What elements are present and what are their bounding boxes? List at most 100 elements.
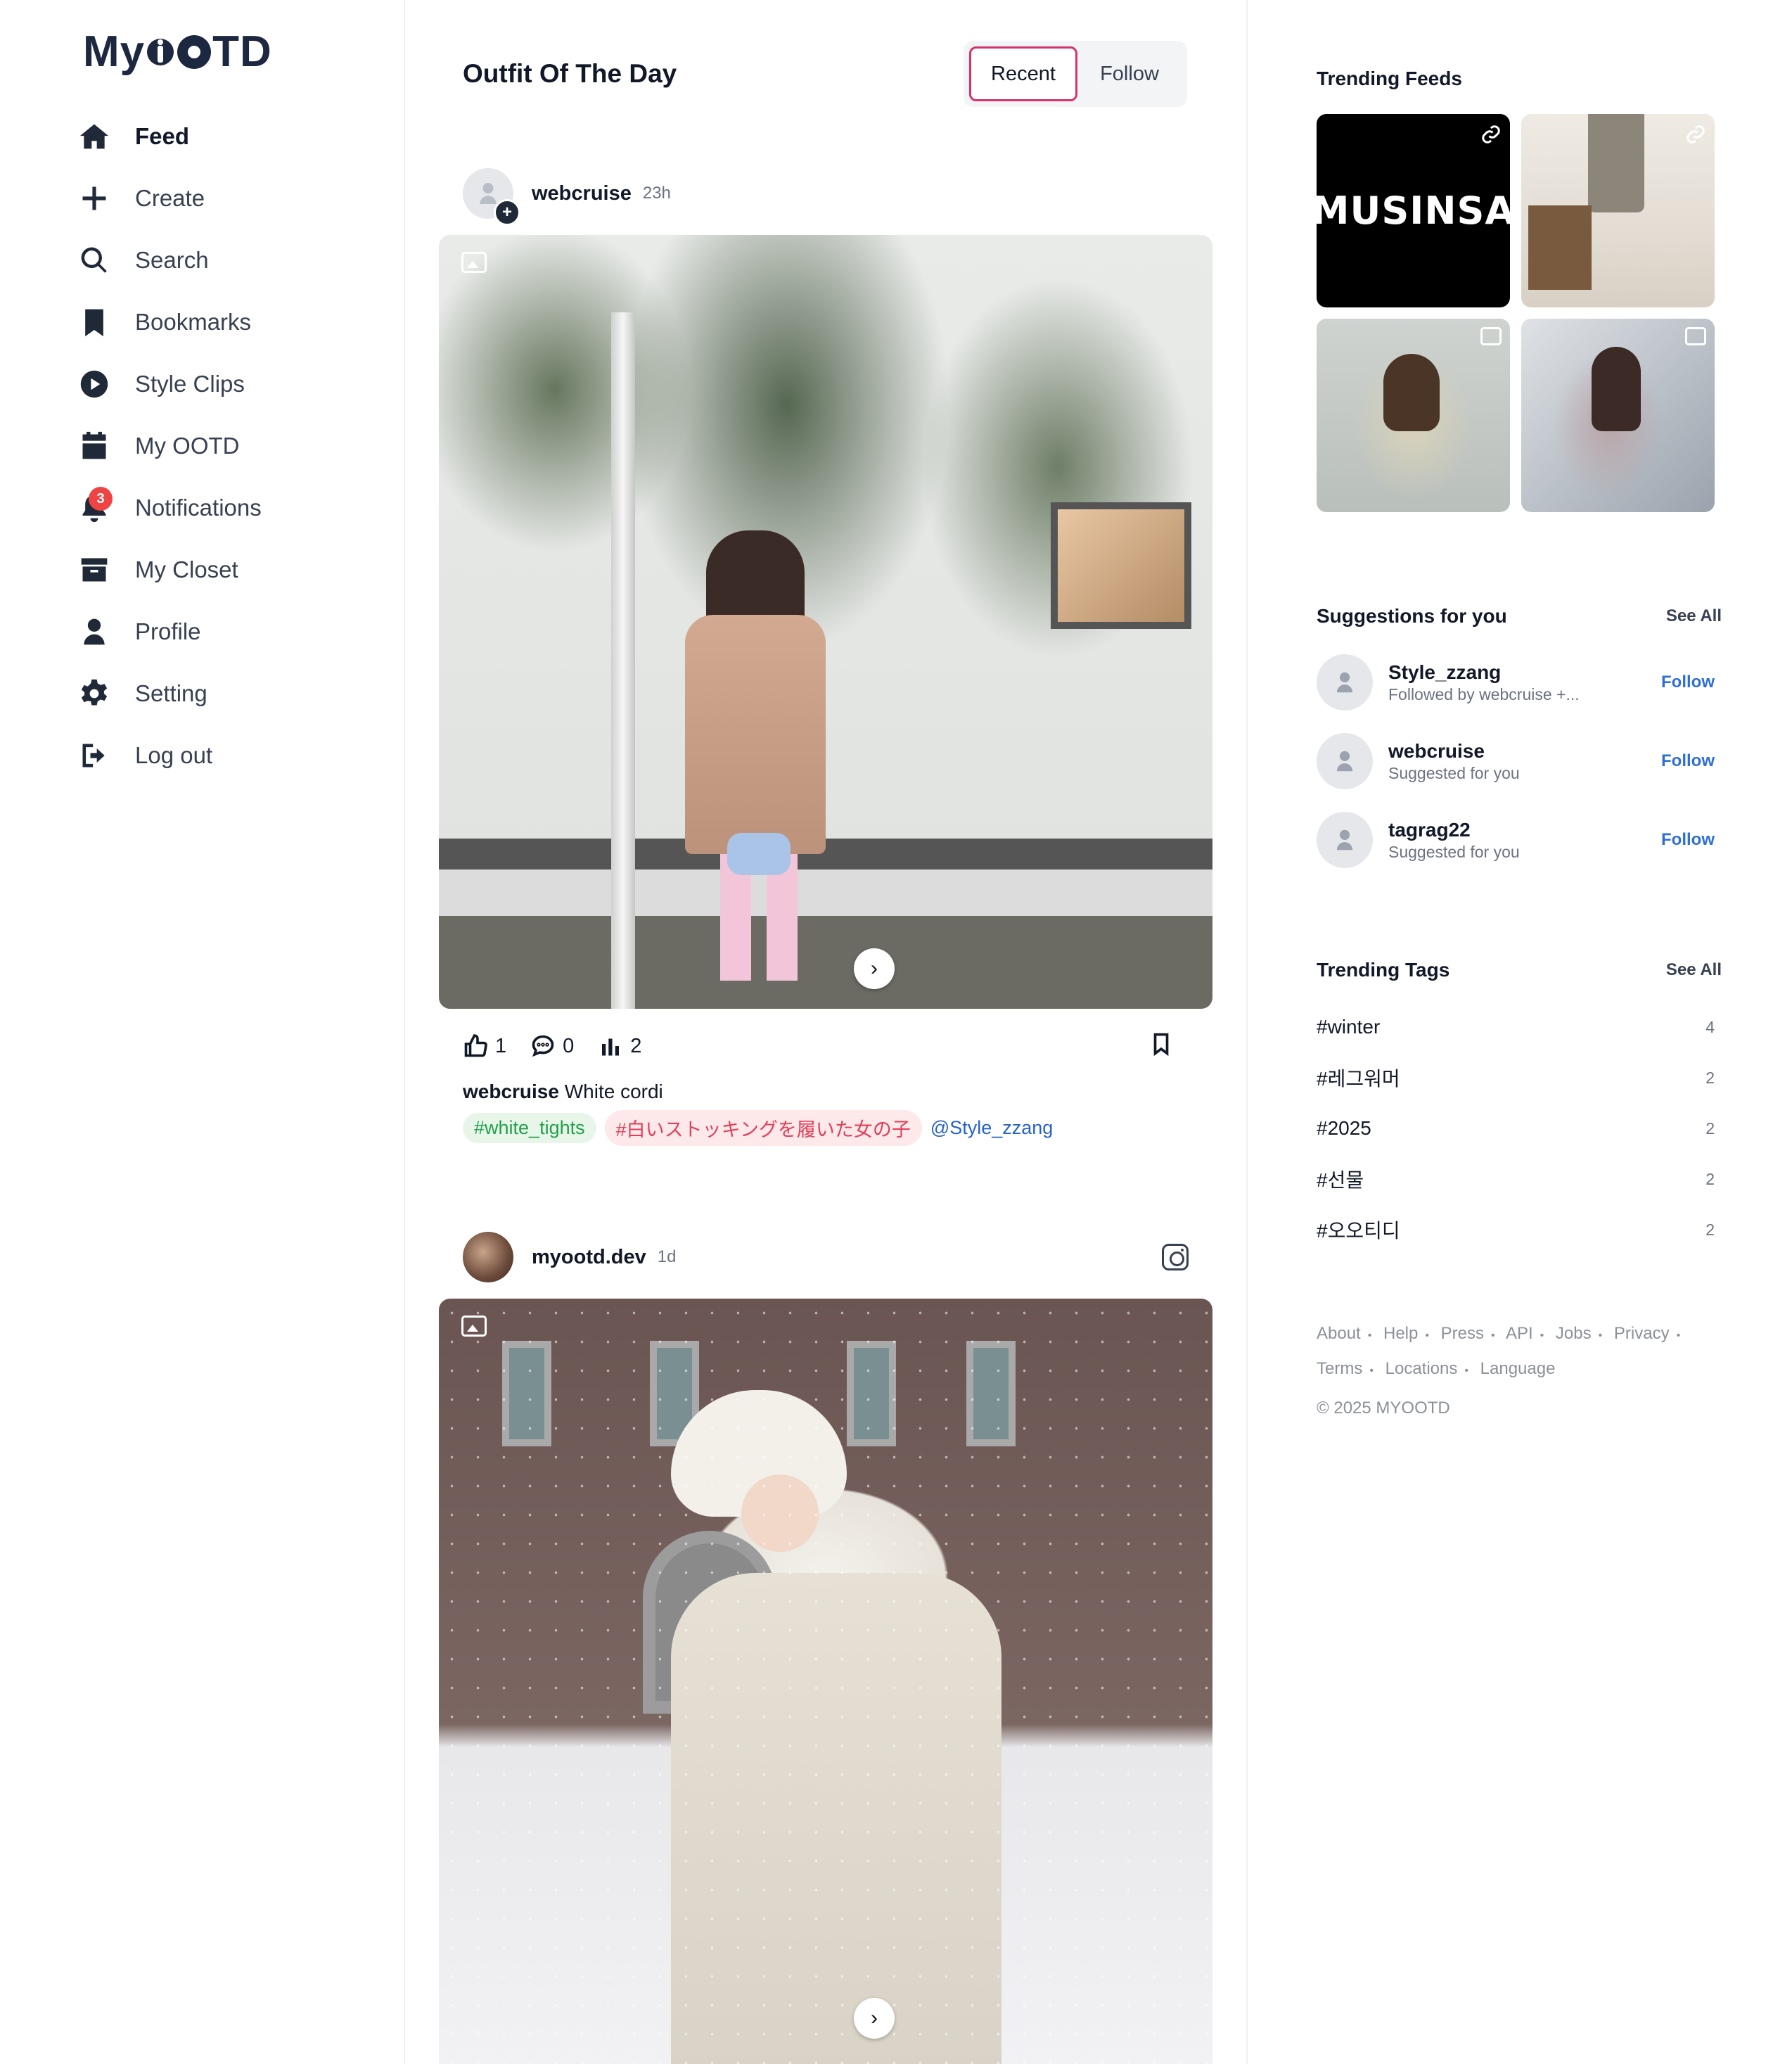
post-tags: #white_tights #白いストッキングを履いた女の子 @Style_zz… xyxy=(463,1110,1212,1146)
separator: • xyxy=(1491,1330,1495,1342)
suggestion-username[interactable]: webcruise xyxy=(1388,740,1520,763)
app-logo[interactable]: My TD xyxy=(83,27,272,77)
nav-item-bookmarks[interactable]: Bookmarks xyxy=(76,291,262,353)
footer-link-about[interactable]: About xyxy=(1317,1324,1361,1343)
feed-toggle: Recent Follow xyxy=(964,41,1187,107)
bookmark-icon xyxy=(76,304,113,340)
trending-feed-tile[interactable] xyxy=(1317,319,1510,512)
tag-count: 2 xyxy=(1705,1119,1715,1138)
post-username[interactable]: webcruise xyxy=(532,182,632,205)
avatar[interactable] xyxy=(1317,733,1373,789)
nav-label: Style Clips xyxy=(135,371,245,397)
tags-see-all-link[interactable]: See All xyxy=(1666,960,1722,980)
separator: • xyxy=(1464,1365,1468,1377)
nav-label: Notifications xyxy=(135,495,262,521)
nav-item-profile[interactable]: Profile xyxy=(76,601,262,663)
post-actions: 1 0 2 xyxy=(463,1021,1212,1071)
hashtag-chip[interactable]: #白いストッキングを履いた女の子 xyxy=(604,1110,922,1146)
post-time: 23h xyxy=(642,184,671,203)
footer-link-press[interactable]: Press xyxy=(1441,1324,1484,1343)
footer-link-privacy[interactable]: Privacy xyxy=(1614,1324,1670,1343)
post-card: + webcruise 23h › 1 0 2 webcruise White … xyxy=(439,167,1212,1146)
suggestion-subtitle: Suggested for you xyxy=(1388,842,1520,861)
tag-count: 2 xyxy=(1705,1169,1715,1188)
caption-text: White cordi xyxy=(564,1081,663,1102)
nav-item-create[interactable]: Create xyxy=(76,167,262,229)
nav-label: My OOTD xyxy=(135,433,240,459)
trending-tag-item[interactable]: #선물 2 xyxy=(1317,1161,1715,1197)
add-story-icon[interactable]: + xyxy=(494,199,520,226)
tag-name: #오오티디 xyxy=(1317,1220,1400,1242)
trending-feed-tile[interactable] xyxy=(1521,114,1715,307)
follow-button[interactable]: Follow xyxy=(1661,751,1715,771)
user-mention[interactable]: @Style_zzang xyxy=(930,1117,1054,1139)
avatar[interactable] xyxy=(463,1232,513,1282)
bookmark-icon xyxy=(1153,1033,1169,1057)
hashtag-chip[interactable]: #white_tights xyxy=(463,1113,596,1143)
nav-label: Setting xyxy=(135,680,207,706)
trending-feed-tile[interactable]: MUSINSA xyxy=(1317,114,1510,307)
avatar[interactable] xyxy=(1317,654,1373,711)
post-image[interactable]: › xyxy=(439,235,1212,1009)
footer-link-locations[interactable]: Locations xyxy=(1385,1359,1458,1378)
trending-tag-item[interactable]: #winter 4 xyxy=(1317,1009,1715,1045)
post-header: + webcruise 23h xyxy=(463,167,1212,226)
tag-name: #선물 xyxy=(1317,1169,1364,1191)
caption-username[interactable]: webcruise xyxy=(463,1081,559,1102)
default-avatar-icon xyxy=(1336,672,1353,693)
avatar[interactable]: + xyxy=(463,168,520,226)
nav-item-setting[interactable]: Setting xyxy=(76,663,262,725)
comment-icon xyxy=(532,1035,554,1057)
suggestion-username[interactable]: Style_zzang xyxy=(1388,661,1580,684)
left-sidebar: My TD Feed Create Search Bookmarks Style… xyxy=(0,0,405,2064)
home-icon xyxy=(76,118,113,155)
footer-link-help[interactable]: Help xyxy=(1383,1324,1418,1343)
plus-icon xyxy=(76,180,113,217)
gear-icon xyxy=(76,675,113,712)
instagram-icon[interactable] xyxy=(1162,1244,1189,1270)
footer-link-language[interactable]: Language xyxy=(1480,1359,1556,1378)
trending-feeds-grid: MUSINSA xyxy=(1317,114,1715,512)
follow-button[interactable]: Follow xyxy=(1661,673,1715,692)
multiple-images-icon xyxy=(461,1316,487,1337)
logo-text-right: TD xyxy=(212,27,272,76)
post-time: 1d xyxy=(657,1247,677,1266)
nav-item-search[interactable]: Search xyxy=(76,229,262,291)
views-indicator: 2 xyxy=(598,1033,641,1059)
nav-item-my-closet[interactable]: My Closet xyxy=(76,539,262,601)
follow-button[interactable]: Follow xyxy=(1661,830,1715,850)
nav-item-logout[interactable]: Log out xyxy=(76,725,262,786)
footer-link-api[interactable]: API xyxy=(1506,1324,1533,1343)
follow-tab[interactable]: Follow xyxy=(1077,46,1182,101)
avatar[interactable] xyxy=(1317,812,1373,868)
nav-item-notifications[interactable]: 3 Notifications xyxy=(76,477,262,539)
separator: • xyxy=(1676,1330,1681,1342)
trending-tag-item[interactable]: #레그워머 2 xyxy=(1317,1060,1715,1095)
nav-label: Profile xyxy=(135,618,201,644)
suggestions-see-all-link[interactable]: See All xyxy=(1666,606,1722,626)
play-icon xyxy=(76,366,113,402)
trending-tag-item[interactable]: #2025 2 xyxy=(1317,1111,1715,1146)
footer-link-terms[interactable]: Terms xyxy=(1317,1359,1362,1378)
nav-item-feed[interactable]: Feed xyxy=(76,106,262,167)
suggestion-username[interactable]: tagrag22 xyxy=(1388,819,1520,841)
trending-feed-tile[interactable] xyxy=(1521,319,1715,512)
separator: • xyxy=(1367,1330,1372,1342)
bookmark-button[interactable] xyxy=(1149,1031,1173,1060)
nav-item-my-ootd[interactable]: My OOTD xyxy=(76,415,262,477)
link-icon xyxy=(1687,125,1705,144)
tag-name: #레그워머 xyxy=(1317,1068,1400,1090)
like-button[interactable]: 1 xyxy=(463,1033,506,1059)
view-count: 2 xyxy=(630,1034,642,1057)
nav-item-style-clips[interactable]: Style Clips xyxy=(76,353,262,415)
next-image-button[interactable]: › xyxy=(854,1998,895,2039)
comment-button[interactable]: 0 xyxy=(530,1033,574,1059)
next-image-button[interactable]: › xyxy=(854,948,895,989)
footer-link-jobs[interactable]: Jobs xyxy=(1556,1324,1592,1343)
recent-tab[interactable]: Recent xyxy=(969,46,1077,101)
nav-label: Feed xyxy=(135,123,190,149)
comment-count: 0 xyxy=(563,1034,575,1057)
post-username[interactable]: myootd.dev xyxy=(532,1246,646,1269)
post-image[interactable]: › xyxy=(439,1299,1212,2064)
trending-tag-item[interactable]: #오오티디 2 xyxy=(1317,1212,1715,1247)
